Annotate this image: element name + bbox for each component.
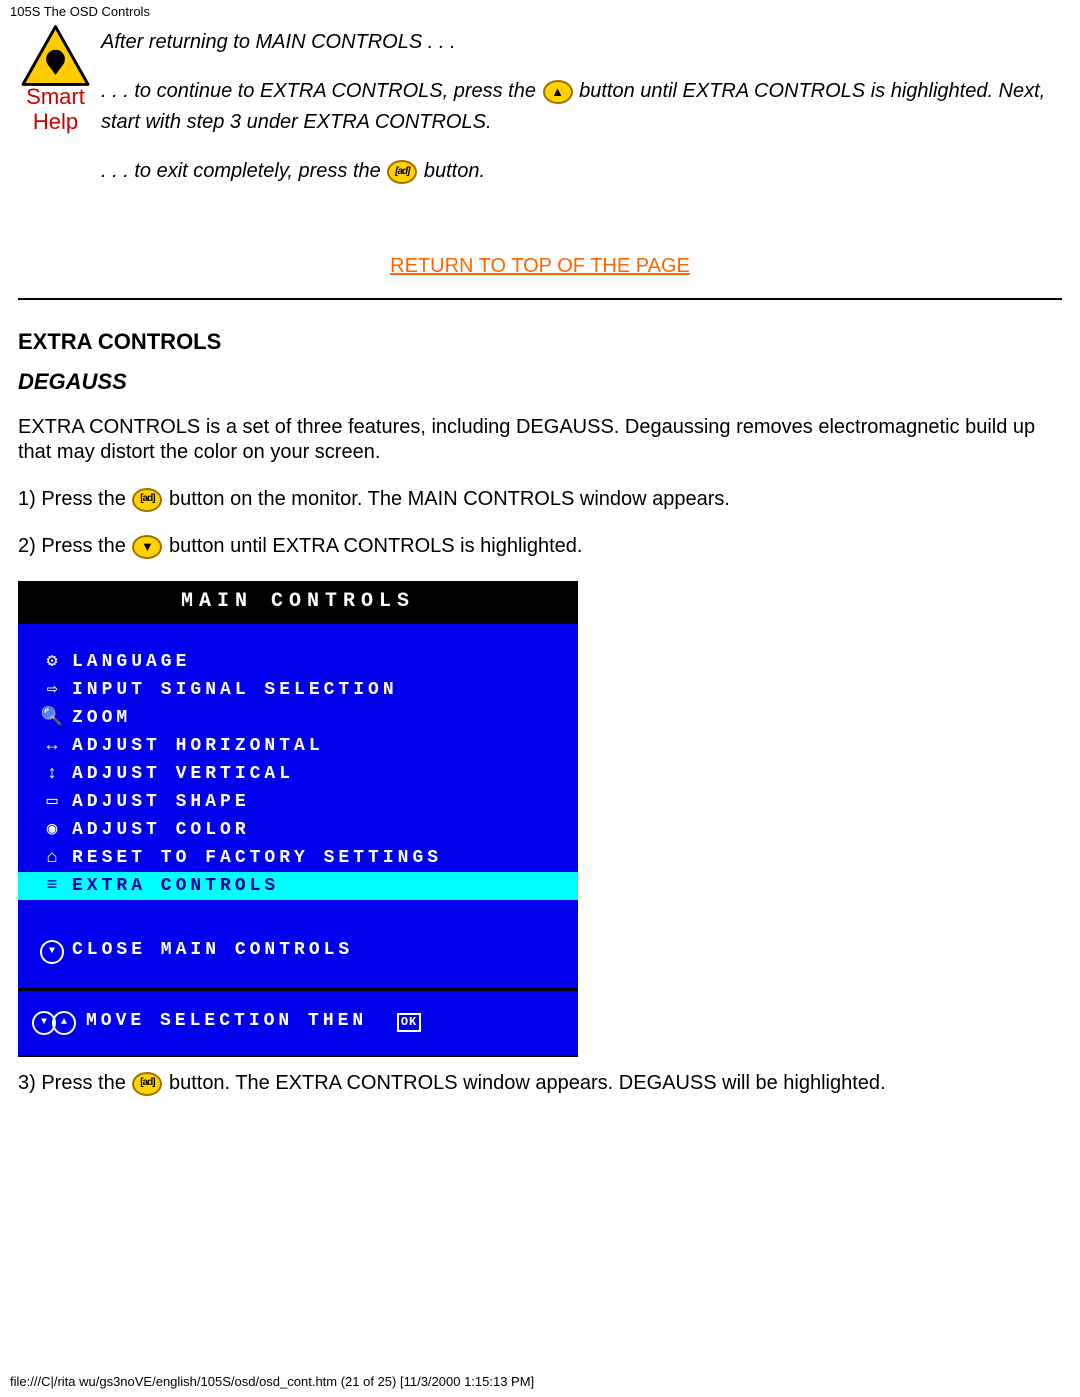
- osd-item-icon: ↔: [32, 735, 72, 758]
- ok-box-icon: OK: [397, 1013, 421, 1032]
- down-arrow-icon: ▼: [132, 535, 162, 559]
- osd-footer: ▼▲ MOVE SELECTION THEN OK: [18, 991, 578, 1055]
- osd-item-icon: ◉: [32, 819, 72, 842]
- ok-button-icon: [ad]: [132, 488, 162, 512]
- osd-item-label: ADJUST SHAPE: [72, 791, 250, 814]
- smart-help-para1: After returning to MAIN CONTROLS . . .: [101, 27, 1062, 58]
- osd-item-label: RESET TO FACTORY SETTINGS: [72, 847, 442, 870]
- return-top-link[interactable]: RETURN TO TOP OF THE PAGE: [390, 255, 690, 277]
- osd-item-label: ADJUST VERTICAL: [72, 763, 294, 786]
- osd-item: ⇨INPUT SIGNAL SELECTION: [18, 676, 578, 704]
- step-1: 1) Press the [ad] button on the monitor.…: [18, 487, 1062, 512]
- osd-item: ↕ADJUST VERTICAL: [18, 760, 578, 788]
- up-arrow-icon: ▲: [543, 80, 573, 104]
- smart-help-para3: . . . to exit completely, press the [ad]…: [101, 156, 1062, 187]
- step-2: 2) Press the ▼ button until EXTRA CONTRO…: [18, 534, 1062, 559]
- osd-item: ⌂RESET TO FACTORY SETTINGS: [18, 844, 578, 872]
- osd-item-label: ADJUST COLOR: [72, 819, 250, 842]
- smart-help-block: Smart Help After returning to MAIN CONTR…: [18, 23, 1062, 205]
- osd-item-icon: ⌂: [32, 847, 72, 870]
- down-circle-icon: ▼: [40, 940, 64, 964]
- osd-item: ◉ADJUST COLOR: [18, 816, 578, 844]
- osd-item-icon: ▭: [32, 791, 72, 814]
- osd-close-row: ▼ CLOSE MAIN CONTROLS: [18, 914, 578, 988]
- page-header: 105S The OSD Controls: [0, 0, 1080, 23]
- section-divider: [18, 298, 1062, 300]
- ok-button-icon: [ad]: [387, 160, 417, 184]
- osd-item-icon: ↕: [32, 763, 72, 786]
- osd-item: 🔍ZOOM: [18, 704, 578, 732]
- osd-item-icon: ≡: [32, 875, 72, 898]
- osd-item-label: ADJUST HORIZONTAL: [72, 735, 324, 758]
- section-heading: EXTRA CONTROLS: [18, 328, 1062, 356]
- osd-item: ▭ADJUST SHAPE: [18, 788, 578, 816]
- intro-paragraph: EXTRA CONTROLS is a set of three feature…: [18, 415, 1062, 465]
- osd-item-icon: ⚙: [32, 651, 72, 674]
- osd-item-label: INPUT SIGNAL SELECTION: [72, 679, 398, 702]
- section-subheading: DEGAUSS: [18, 368, 1062, 396]
- osd-title: MAIN CONTROLS: [18, 581, 578, 624]
- osd-item-label: EXTRA CONTROLS: [72, 875, 279, 898]
- osd-item-label: ZOOM: [72, 707, 131, 730]
- osd-item: ≡EXTRA CONTROLS: [18, 872, 578, 900]
- osd-main-controls-screen: MAIN CONTROLS ⚙LANGUAGE⇨INPUT SIGNAL SEL…: [18, 581, 578, 1057]
- smart-help-label: Smart Help: [18, 84, 93, 135]
- warning-triangle-icon: [18, 23, 93, 88]
- osd-item-label: LANGUAGE: [72, 651, 190, 674]
- page-footer: file:///C|/rita wu/gs3noVE/english/105S/…: [0, 1368, 544, 1395]
- osd-item-icon: 🔍: [32, 707, 72, 730]
- step-3: 3) Press the [ad] button. The EXTRA CONT…: [18, 1071, 1062, 1096]
- smart-help-para2: . . . to continue to EXTRA CONTROLS, pre…: [101, 76, 1062, 138]
- up-circle-icon: ▲: [52, 1011, 76, 1035]
- osd-item-icon: ⇨: [32, 679, 72, 702]
- ok-button-icon: [ad]: [132, 1072, 162, 1096]
- osd-item: ⚙LANGUAGE: [18, 648, 578, 676]
- osd-item: ↔ADJUST HORIZONTAL: [18, 732, 578, 760]
